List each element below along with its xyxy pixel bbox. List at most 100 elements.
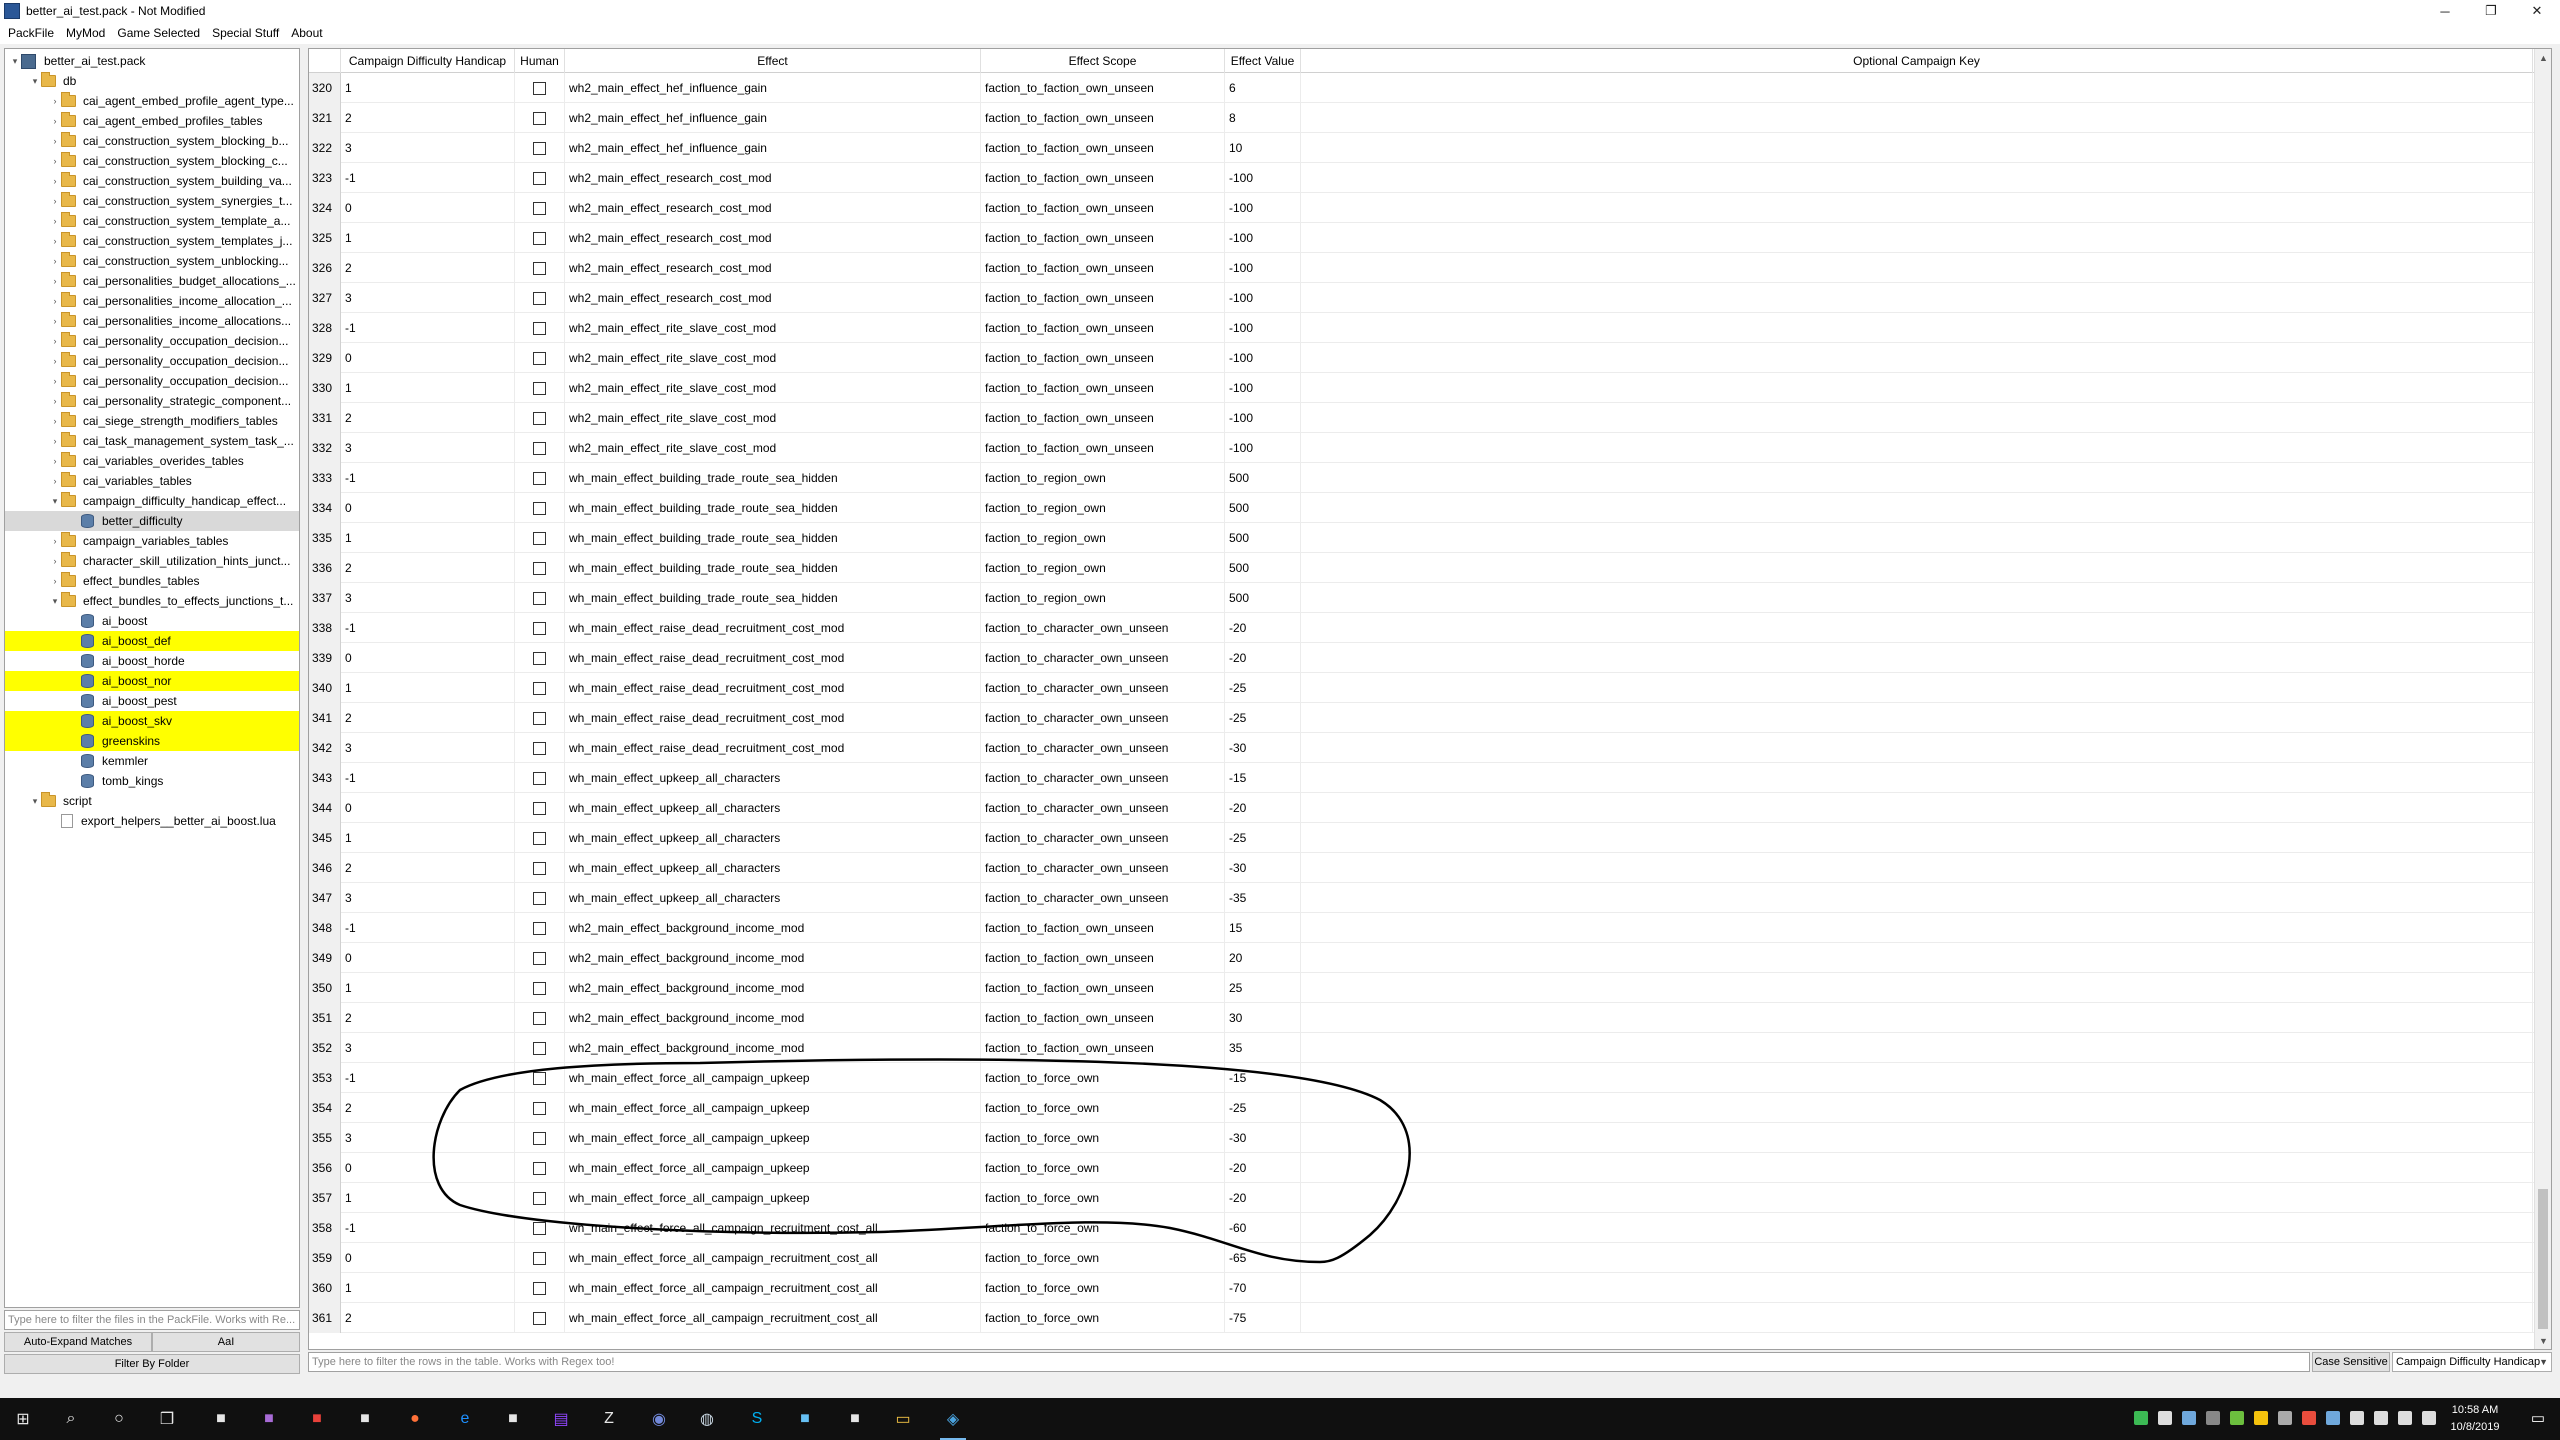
table-row[interactable]: 355 3 wh_main_effect_force_all_campaign_up…: [309, 1123, 2551, 1153]
cell-effect-value[interactable]: 15: [1225, 913, 1301, 943]
cell-human[interactable]: [515, 763, 565, 793]
table-row[interactable]: 337 3 wh_main_effect_building_trade_route_…: [309, 583, 2551, 613]
table-row[interactable]: 354 2 wh_main_effect_force_all_campaign_up…: [309, 1093, 2551, 1123]
cell-handicap[interactable]: 2: [341, 553, 515, 583]
chevron-down-icon[interactable]: ▾: [49, 591, 61, 611]
tree-item[interactable]: › cai_construction_system_synergies_t...: [5, 191, 299, 211]
cell-optional-campaign-key[interactable]: [1301, 1273, 2533, 1303]
cell-effect-scope[interactable]: faction_to_region_own: [981, 553, 1225, 583]
cell-human[interactable]: [515, 1003, 565, 1033]
cell-human[interactable]: [515, 853, 565, 883]
row-number[interactable]: 331: [309, 403, 341, 433]
row-number[interactable]: 336: [309, 553, 341, 583]
row-number[interactable]: 326: [309, 253, 341, 283]
cell-effect-scope[interactable]: faction_to_faction_own_unseen: [981, 343, 1225, 373]
cell-handicap[interactable]: 0: [341, 1243, 515, 1273]
app-icon-1[interactable]: ■: [208, 1406, 234, 1432]
table-row[interactable]: 328 -1 wh2_main_effect_rite_slave_cost_mod…: [309, 313, 2551, 343]
row-number[interactable]: 348: [309, 913, 341, 943]
human-checkbox[interactable]: [533, 921, 546, 935]
row-number[interactable]: 329: [309, 343, 341, 373]
row-filter-input[interactable]: Type here to filter the rows in the tabl…: [308, 1352, 2310, 1372]
cell-effect-scope[interactable]: faction_to_force_own: [981, 1183, 1225, 1213]
table-row[interactable]: 335 1 wh_main_effect_building_trade_route_…: [309, 523, 2551, 553]
task-view-icon[interactable]: ❒: [154, 1406, 180, 1432]
cell-effect-value[interactable]: -30: [1225, 733, 1301, 763]
tree-item[interactable]: › cai_construction_system_blocking_b...: [5, 131, 299, 151]
cell-effect-scope[interactable]: faction_to_faction_own_unseen: [981, 403, 1225, 433]
chevron-right-icon[interactable]: ›: [49, 111, 61, 131]
human-checkbox[interactable]: [533, 1191, 546, 1205]
cell-handicap[interactable]: 0: [341, 1153, 515, 1183]
cell-optional-campaign-key[interactable]: [1301, 913, 2533, 943]
cell-effect[interactable]: wh2_main_effect_background_income_mod: [565, 1033, 981, 1063]
cell-handicap[interactable]: 2: [341, 853, 515, 883]
cell-human[interactable]: [515, 973, 565, 1003]
app-icon-6[interactable]: ■: [842, 1406, 868, 1432]
cell-optional-campaign-key[interactable]: [1301, 703, 2533, 733]
cell-human[interactable]: [515, 1273, 565, 1303]
tree-item[interactable]: tomb_kings: [5, 771, 299, 791]
human-checkbox[interactable]: [533, 981, 546, 995]
table-row[interactable]: 324 0 wh2_main_effect_research_cost_mod fac…: [309, 193, 2551, 223]
cell-handicap[interactable]: 3: [341, 1033, 515, 1063]
file-explorer-icon[interactable]: ▭: [890, 1406, 916, 1432]
tray-icon[interactable]: [2230, 1411, 2244, 1425]
human-checkbox[interactable]: [533, 501, 546, 515]
tree-item[interactable]: ▾ db: [5, 71, 299, 91]
minimize-button[interactable]: ─: [2422, 0, 2468, 22]
cell-effect-scope[interactable]: faction_to_region_own: [981, 493, 1225, 523]
cell-effect[interactable]: wh_main_effect_building_trade_route_sea_…: [565, 463, 981, 493]
human-checkbox[interactable]: [533, 831, 546, 845]
tray-icon[interactable]: [2326, 1411, 2340, 1425]
cell-optional-campaign-key[interactable]: [1301, 523, 2533, 553]
cell-effect-scope[interactable]: faction_to_force_own: [981, 1153, 1225, 1183]
cell-human[interactable]: [515, 1213, 565, 1243]
cell-handicap[interactable]: -1: [341, 913, 515, 943]
menu-mymod[interactable]: MyMod: [60, 22, 111, 44]
row-number[interactable]: 323: [309, 163, 341, 193]
cell-optional-campaign-key[interactable]: [1301, 1303, 2533, 1333]
human-checkbox[interactable]: [533, 711, 546, 725]
table-row[interactable]: 340 1 wh_main_effect_raise_dead_recruitmen…: [309, 673, 2551, 703]
edge-icon[interactable]: e: [452, 1406, 478, 1432]
app-icon-2[interactable]: ■: [256, 1406, 282, 1432]
cell-effect[interactable]: wh2_main_effect_background_income_mod: [565, 1003, 981, 1033]
case-sensitive-button[interactable]: Case Sensitive: [2312, 1352, 2390, 1372]
cell-effect[interactable]: wh_main_effect_raise_dead_recruitment_co…: [565, 733, 981, 763]
tree-item[interactable]: › cai_personalities_income_allocations...: [5, 311, 299, 331]
cell-human[interactable]: [515, 943, 565, 973]
table-row[interactable]: 346 2 wh_main_effect_upkeep_all_characters…: [309, 853, 2551, 883]
cell-handicap[interactable]: -1: [341, 463, 515, 493]
cell-optional-campaign-key[interactable]: [1301, 223, 2533, 253]
cell-effect-value[interactable]: -25: [1225, 673, 1301, 703]
row-number[interactable]: 341: [309, 703, 341, 733]
cell-optional-campaign-key[interactable]: [1301, 163, 2533, 193]
cell-effect-scope[interactable]: faction_to_character_own_unseen: [981, 883, 1225, 913]
cell-effect[interactable]: wh_main_effect_building_trade_route_sea_…: [565, 523, 981, 553]
cell-effect[interactable]: wh_main_effect_upkeep_all_characters: [565, 763, 981, 793]
cell-effect-value[interactable]: -20: [1225, 793, 1301, 823]
cell-handicap[interactable]: 0: [341, 643, 515, 673]
cell-handicap[interactable]: 0: [341, 943, 515, 973]
row-number[interactable]: 356: [309, 1153, 341, 1183]
row-number[interactable]: 355: [309, 1123, 341, 1153]
cell-handicap[interactable]: 1: [341, 223, 515, 253]
tree-item[interactable]: › cai_personality_occupation_decision...: [5, 331, 299, 351]
cell-handicap[interactable]: 2: [341, 253, 515, 283]
table-row[interactable]: 341 2 wh_main_effect_raise_dead_recruitmen…: [309, 703, 2551, 733]
cell-effect-scope[interactable]: faction_to_faction_own_unseen: [981, 433, 1225, 463]
cell-optional-campaign-key[interactable]: [1301, 373, 2533, 403]
cell-optional-campaign-key[interactable]: [1301, 1153, 2533, 1183]
cell-human[interactable]: [515, 433, 565, 463]
cell-effect-scope[interactable]: faction_to_region_own: [981, 583, 1225, 613]
cell-optional-campaign-key[interactable]: [1301, 1123, 2533, 1153]
human-checkbox[interactable]: [533, 1311, 546, 1325]
cell-human[interactable]: [515, 193, 565, 223]
human-checkbox[interactable]: [533, 591, 546, 605]
cell-human[interactable]: [515, 73, 565, 103]
cell-handicap[interactable]: -1: [341, 163, 515, 193]
cell-effect[interactable]: wh_main_effect_upkeep_all_characters: [565, 823, 981, 853]
scroll-up-icon[interactable]: ▲: [2535, 49, 2551, 66]
skype-icon[interactable]: S: [744, 1406, 770, 1432]
